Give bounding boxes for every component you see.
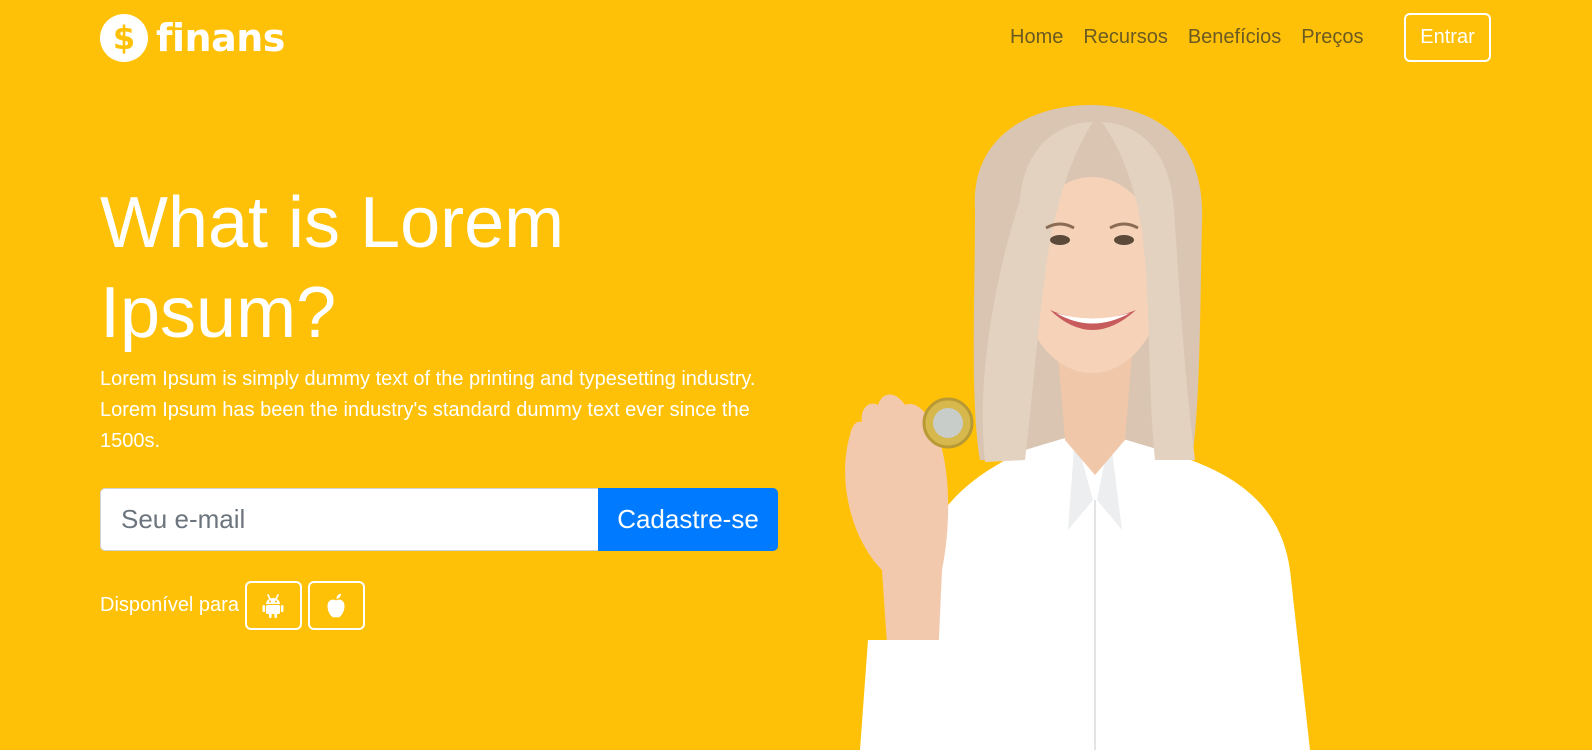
nav-link-precos[interactable]: Preços — [1301, 26, 1363, 49]
hero-woman-holding-coin-image — [845, 105, 1310, 750]
dollar-coin-icon: $ — [100, 14, 148, 62]
hero-description: Lorem Ipsum is simply dummy text of the … — [100, 368, 756, 452]
nav-link-beneficios[interactable]: Benefícios — [1188, 26, 1281, 49]
hero-title: What is Lorem Ipsum? — [100, 183, 565, 353]
navbar: $ finans Home Recursos Benefícios Preços… — [0, 0, 1592, 80]
available-label: Disponível para — [100, 594, 239, 616]
nav-link-home[interactable]: Home — [1010, 26, 1063, 49]
brand-name: finans — [156, 16, 285, 60]
login-button[interactable]: Entrar — [1404, 13, 1491, 62]
email-input[interactable] — [100, 488, 598, 551]
brand-logo-link[interactable]: $ finans — [100, 14, 285, 62]
android-download-button[interactable] — [244, 581, 302, 630]
nav-links: Home Recursos Benefícios Preços — [1010, 26, 1363, 49]
signup-button[interactable]: Cadastre-se — [598, 488, 778, 551]
nav-link-recursos[interactable]: Recursos — [1083, 26, 1167, 49]
available-platforms: Disponível para — [100, 581, 371, 630]
apple-icon — [327, 593, 345, 617]
apple-download-button[interactable] — [307, 581, 365, 630]
signup-form: Cadastre-se — [100, 488, 778, 551]
android-icon — [262, 593, 284, 618]
